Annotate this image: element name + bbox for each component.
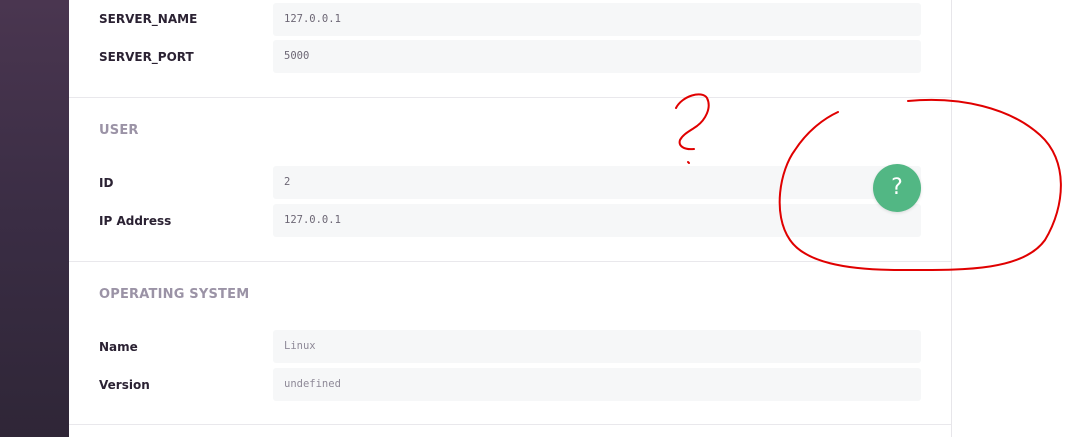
os-name-label: Name — [99, 340, 138, 354]
os-section-title: OPERATING SYSTEM — [99, 287, 250, 302]
os-version-label: Version — [99, 378, 150, 392]
help-button[interactable]: ? — [873, 164, 921, 212]
server-name-label: SERVER_NAME — [99, 12, 198, 26]
section-divider — [69, 97, 951, 98]
details-panel: SERVER_NAME 127.0.0.1 SERVER_PORT 5000 U… — [69, 0, 952, 437]
user-section-title: USER — [99, 123, 139, 138]
user-ip-label: IP Address — [99, 214, 172, 228]
server-port-label: SERVER_PORT — [99, 50, 194, 64]
user-id-value: 2 — [273, 166, 921, 199]
user-ip-value: 127.0.0.1 — [273, 204, 921, 237]
server-port-value: 5000 — [273, 40, 921, 73]
os-version-value: undefined — [273, 368, 921, 401]
os-name-value: Linux — [273, 330, 921, 363]
user-id-label: ID — [99, 176, 114, 190]
sidebar — [0, 0, 69, 437]
server-name-value: 127.0.0.1 — [273, 3, 921, 36]
section-divider — [69, 424, 951, 425]
section-divider — [69, 261, 951, 262]
